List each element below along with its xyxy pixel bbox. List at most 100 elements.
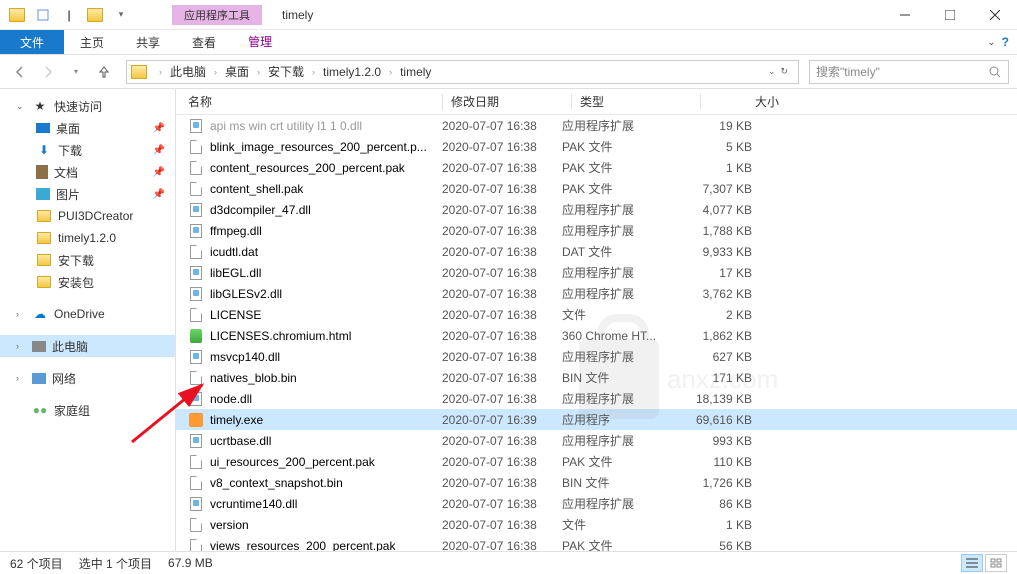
tab-file[interactable]: 文件: [0, 30, 64, 54]
file-size: 171 KB: [682, 371, 752, 385]
file-size: 1 KB: [682, 161, 752, 175]
statusbar: 62 个项目 选中 1 个项目 67.9 MB: [0, 551, 1017, 574]
file-date: 2020-07-07 16:38: [442, 518, 562, 532]
file-date: 2020-07-07 16:38: [442, 371, 562, 385]
chevron-right-icon: ›: [251, 67, 266, 77]
sidebar-onedrive[interactable]: ›☁OneDrive: [0, 303, 175, 325]
file-row[interactable]: LICENSES.chromium.html2020-07-07 16:3836…: [176, 325, 1017, 346]
recent-dropdown[interactable]: ▾: [64, 60, 88, 84]
file-name: LICENSE: [210, 308, 261, 322]
ribbon-expand-icon[interactable]: ⌄: [987, 37, 995, 48]
search-input[interactable]: 搜索"timely": [809, 60, 1009, 84]
up-button[interactable]: [92, 60, 116, 84]
file-row[interactable]: content_shell.pak2020-07-07 16:38PAK 文件7…: [176, 178, 1017, 199]
file-date: 2020-07-07 16:38: [442, 161, 562, 175]
back-button[interactable]: [8, 60, 32, 84]
file-size: 1,788 KB: [682, 224, 752, 238]
view-icons-button[interactable]: [985, 554, 1007, 572]
sidebar-downloads[interactable]: ⬇下载📌: [0, 139, 175, 161]
file-name: blink_image_resources_200_percent.p...: [210, 140, 427, 154]
file-row[interactable]: timely.exe2020-07-07 16:39应用程序69,616 KB: [176, 409, 1017, 430]
bc-folder1[interactable]: 安下载: [266, 63, 306, 80]
file-row[interactable]: natives_blob.bin2020-07-07 16:38BIN 文件17…: [176, 367, 1017, 388]
file-view: 名称 修改日期 类型 大小 api ms win crt utility l1 …: [176, 89, 1017, 551]
bc-folder2[interactable]: timely1.2.0: [321, 65, 383, 79]
sidebar-network[interactable]: ›网络: [0, 367, 175, 389]
folder-icon: [36, 230, 52, 246]
col-name[interactable]: 名称: [188, 93, 442, 110]
file-type: BIN 文件: [562, 474, 682, 491]
col-date[interactable]: 修改日期: [451, 93, 571, 110]
file-type: DAT 文件: [562, 243, 682, 260]
tab-manage[interactable]: 管理: [232, 30, 288, 54]
sidebar-anzhuang[interactable]: 安装包: [0, 271, 175, 293]
sidebar-documents[interactable]: 文档📌: [0, 161, 175, 183]
file-row[interactable]: node.dll2020-07-07 16:38应用程序扩展18,139 KB: [176, 388, 1017, 409]
close-button[interactable]: [972, 0, 1017, 30]
sidebar-pui3d[interactable]: PUI3DCreator: [0, 205, 175, 227]
maximize-button[interactable]: [927, 0, 972, 30]
file-icon: [188, 433, 204, 449]
file-row[interactable]: msvcp140.dll2020-07-07 16:38应用程序扩展627 KB: [176, 346, 1017, 367]
file-icon: [188, 265, 204, 281]
folder-icon: [36, 274, 52, 290]
file-row[interactable]: vcruntime140.dll2020-07-07 16:38应用程序扩展86…: [176, 493, 1017, 514]
tab-view[interactable]: 查看: [176, 30, 232, 54]
col-type[interactable]: 类型: [580, 93, 700, 110]
sidebar-pictures[interactable]: 图片📌: [0, 183, 175, 205]
file-date: 2020-07-07 16:38: [442, 266, 562, 280]
pin-icon: 📌: [153, 145, 165, 156]
file-size: 2 KB: [682, 308, 752, 322]
file-date: 2020-07-07 16:38: [442, 287, 562, 301]
file-row[interactable]: ucrtbase.dll2020-07-07 16:38应用程序扩展993 KB: [176, 430, 1017, 451]
sidebar-quick-access[interactable]: ⌄★快速访问: [0, 95, 175, 117]
bc-folder3[interactable]: timely: [398, 65, 433, 79]
context-tab: 应用程序工具: [172, 5, 262, 25]
file-row[interactable]: ui_resources_200_percent.pak 2020-07-07 1…: [176, 451, 1017, 472]
file-type: 应用程序扩展: [562, 201, 682, 218]
file-icon: [188, 370, 204, 386]
sidebar-timely[interactable]: timely1.2.0: [0, 227, 175, 249]
file-row[interactable]: ffmpeg.dll2020-07-07 16:38应用程序扩展1,788 KB: [176, 220, 1017, 241]
file-row[interactable]: blink_image_resources_200_percent.p...20…: [176, 136, 1017, 157]
folder-icon: [131, 65, 147, 79]
bc-thispc[interactable]: 此电脑: [168, 63, 208, 80]
file-row[interactable]: views_resources_200_percent.pak2020-07-0…: [176, 535, 1017, 551]
breadcrumb[interactable]: › 此电脑 › 桌面 › 安下载 › timely1.2.0 › timely …: [126, 60, 799, 84]
sidebar-homegroup[interactable]: ●●家庭组: [0, 399, 175, 421]
file-row[interactable]: content_resources_200_percent.pak2020-07…: [176, 157, 1017, 178]
file-row[interactable]: libEGL.dll2020-07-07 16:38应用程序扩展17 KB: [176, 262, 1017, 283]
sidebar-thispc[interactable]: ›此电脑: [0, 335, 175, 357]
col-size[interactable]: 大小: [709, 93, 779, 110]
qat-new-folder-icon[interactable]: [84, 4, 106, 26]
qat-dropdown-icon[interactable]: ▾: [110, 4, 132, 26]
file-row[interactable]: v8_context_snapshot.bin2020-07-07 16:38B…: [176, 472, 1017, 493]
sidebar-desktop[interactable]: 桌面📌: [0, 117, 175, 139]
tab-share[interactable]: 共享: [120, 30, 176, 54]
file-row[interactable]: api ms win crt utility l1 1 0.dll2020-07…: [176, 115, 1017, 136]
file-row[interactable]: version2020-07-07 16:38文件1 KB: [176, 514, 1017, 535]
network-icon: [32, 373, 46, 384]
file-name: node.dll: [210, 392, 252, 406]
view-details-button[interactable]: [961, 554, 983, 572]
file-row[interactable]: icudtl.dat2020-07-07 16:38DAT 文件9,933 KB: [176, 241, 1017, 262]
file-row[interactable]: d3dcompiler_47.dll2020-07-07 16:38应用程序扩展…: [176, 199, 1017, 220]
status-size: 67.9 MB: [168, 556, 213, 570]
file-type: 应用程序扩展: [562, 495, 682, 512]
help-icon[interactable]: ?: [1002, 35, 1009, 49]
file-icon: [188, 286, 204, 302]
file-row[interactable]: LICENSE2020-07-07 16:38文件2 KB: [176, 304, 1017, 325]
file-row[interactable]: libGLESv2.dll2020-07-07 16:38应用程序扩展3,762…: [176, 283, 1017, 304]
file-size: 9,933 KB: [682, 245, 752, 259]
breadcrumb-dropdown[interactable]: ⌄ ↻: [762, 66, 794, 77]
file-list[interactable]: api ms win crt utility l1 1 0.dll2020-07…: [176, 115, 1017, 551]
qat-properties-icon[interactable]: [32, 4, 54, 26]
tab-home[interactable]: 主页: [64, 30, 120, 54]
forward-button[interactable]: [36, 60, 60, 84]
file-name: ui_resources_200_percent.pak: [210, 455, 375, 469]
bc-desktop[interactable]: 桌面: [223, 63, 251, 80]
file-date: 2020-07-07 16:38: [442, 455, 562, 469]
minimize-button[interactable]: [882, 0, 927, 30]
sidebar-anxia[interactable]: 安下载: [0, 249, 175, 271]
file-size: 18,139 KB: [682, 392, 752, 406]
